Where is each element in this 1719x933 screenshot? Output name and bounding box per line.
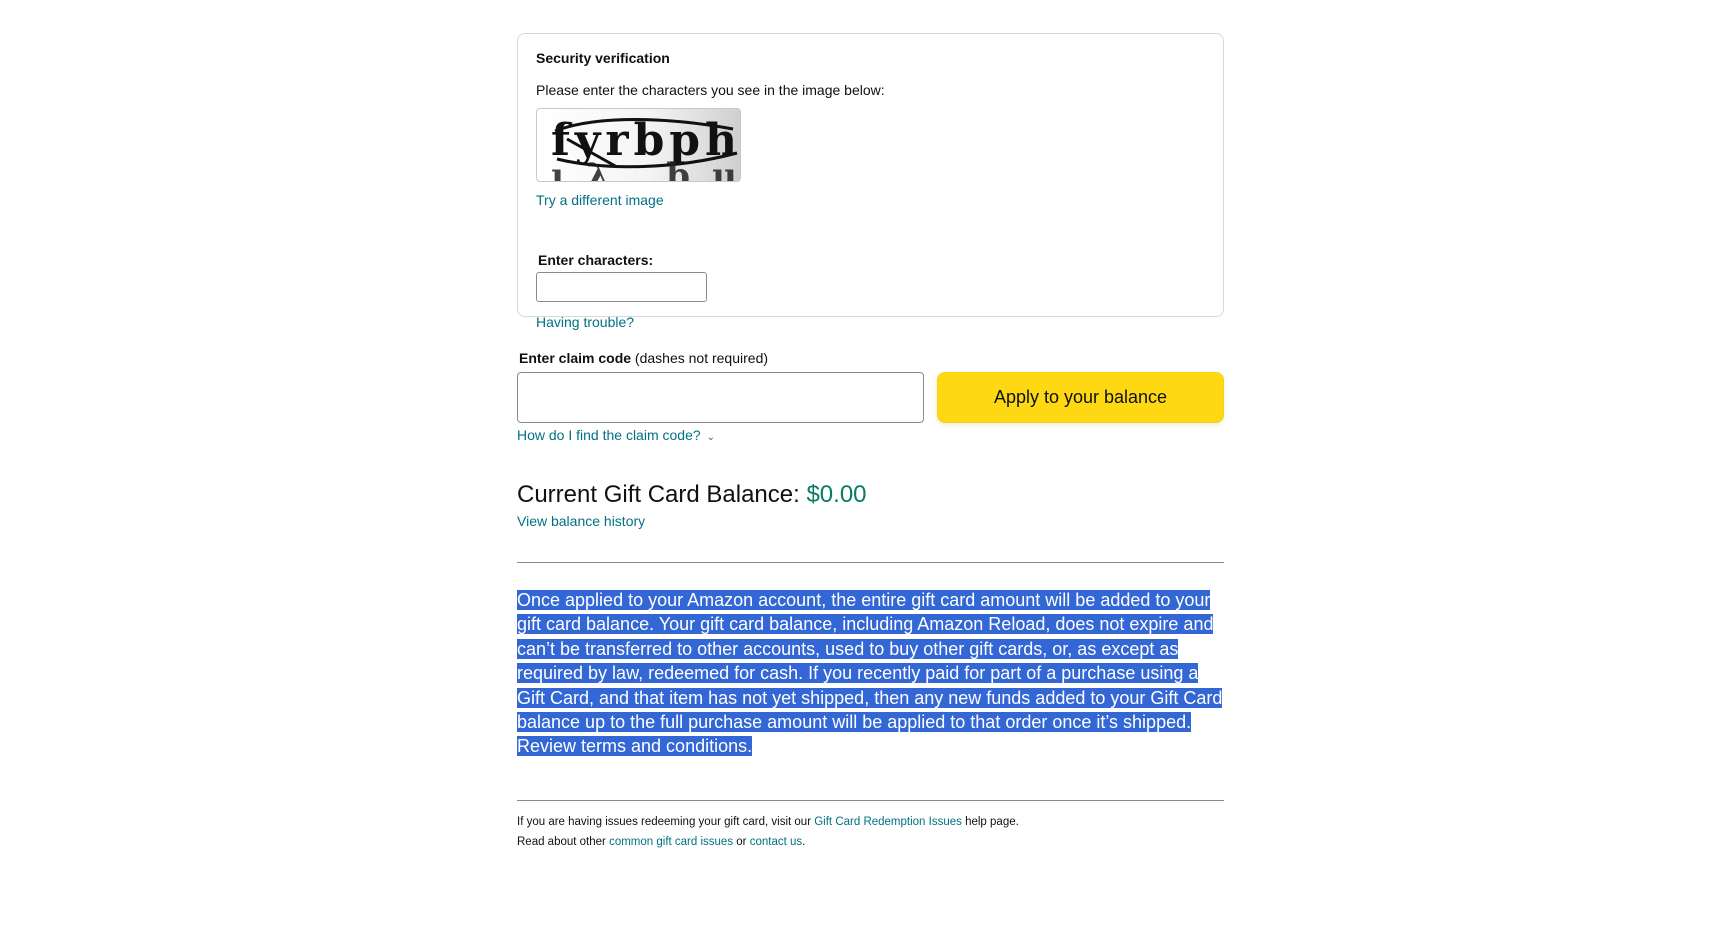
divider: [517, 799, 1224, 801]
claim-code-label-bold: Enter claim code: [519, 350, 632, 366]
claim-code-label: Enter claim code (dashes not required): [519, 350, 1224, 366]
gift-card-redeem-panel: Security verification Please enter the c…: [517, 33, 1224, 852]
claim-code-section: Enter claim code (dashes not required) A…: [517, 350, 1224, 445]
balance-label: Current Gift Card Balance:: [517, 481, 807, 508]
divider: [517, 562, 1224, 563]
security-instruction: Please enter the characters you see in t…: [536, 82, 885, 98]
footer-text-4: .: [802, 835, 806, 848]
claim-code-label-hint: (dashes not required): [631, 350, 769, 366]
captcha-image: fyrbph ıλ bu: [536, 108, 741, 182]
footer-text-1: If you are having issues redeeming your …: [517, 815, 815, 828]
security-title: Security verification: [536, 50, 670, 66]
claim-code-row: Apply to your balance: [517, 372, 1224, 423]
claim-code-input[interactable]: [517, 372, 924, 423]
try-different-image-link[interactable]: Try a different image: [536, 192, 664, 208]
terms-paragraph: Once applied to your Amazon account, the…: [517, 588, 1224, 759]
common-issues-link[interactable]: common gift card issues: [609, 836, 733, 848]
balance-amount: $0.00: [806, 481, 867, 508]
find-claim-code-label: How do I find the claim code?: [517, 427, 701, 443]
apply-to-balance-button[interactable]: Apply to your balance: [937, 372, 1224, 423]
enter-characters-label: Enter characters:: [538, 252, 654, 268]
find-claim-code-link[interactable]: How do I find the claim code? ⌄: [517, 427, 715, 443]
contact-us-link[interactable]: contact us: [750, 836, 802, 848]
gift-card-balance: Current Gift Card Balance: $0.00: [517, 481, 1224, 509]
having-trouble-link[interactable]: Having trouble?: [536, 314, 634, 330]
terms-text-selected: Once applied to your Amazon account, the…: [517, 590, 1223, 757]
footer-help-text: If you are having issues redeeming your …: [517, 812, 1027, 852]
footer-text-3: or: [733, 835, 750, 848]
chevron-down-icon: ⌄: [706, 432, 716, 443]
security-verification-box: Security verification Please enter the c…: [517, 33, 1224, 330]
captcha-input[interactable]: [536, 272, 707, 302]
redemption-issues-link[interactable]: Gift Card Redemption Issues: [814, 816, 962, 828]
captcha-glyphs: fyrbph ıλ bu: [551, 115, 738, 181]
view-balance-history-link[interactable]: View balance history: [517, 513, 645, 529]
